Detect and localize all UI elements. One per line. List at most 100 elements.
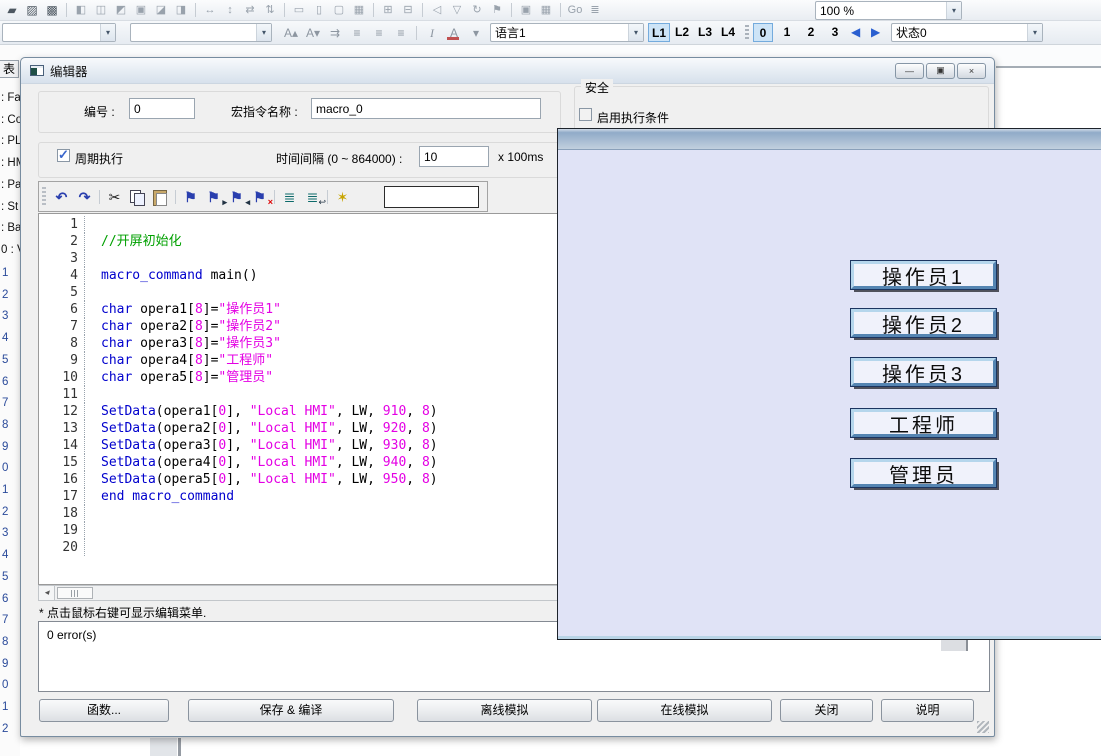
- italic-icon[interactable]: I: [421, 24, 443, 42]
- distribute-vertical-icon[interactable]: ⇅: [260, 2, 280, 18]
- align-horizontal-center-icon[interactable]: ▣: [131, 2, 151, 18]
- hmi-button[interactable]: 操作员3: [851, 358, 996, 386]
- state-button-0[interactable]: 0: [753, 23, 773, 42]
- tree-item[interactable]: 2: [2, 723, 8, 735]
- text-align-left-icon[interactable]: ≡: [346, 24, 368, 42]
- flip-vertical-icon[interactable]: ▽: [447, 2, 467, 18]
- online-sim-button[interactable]: 在线模拟: [597, 699, 772, 722]
- tree-item[interactable]: : PL: [1, 135, 20, 147]
- font-select[interactable]: ▾: [130, 23, 272, 42]
- align-vertical-center-icon[interactable]: ◫: [91, 2, 111, 18]
- font-enlarge-icon[interactable]: A▴: [280, 24, 302, 42]
- ungroup-icon[interactable]: ▦: [536, 2, 556, 18]
- tree-item[interactable]: 3: [2, 527, 8, 539]
- tree-item[interactable]: 9: [2, 441, 8, 453]
- tree-item[interactable]: : Ba: [1, 222, 20, 234]
- toolbar-grip[interactable]: [42, 187, 46, 207]
- tree-item[interactable]: 9: [2, 658, 8, 670]
- align-left-icon[interactable]: ◧: [71, 2, 91, 18]
- state-button-2[interactable]: 2: [801, 23, 821, 42]
- layer-button-l4[interactable]: L4: [717, 23, 739, 42]
- width-plus-icon[interactable]: ⊞: [378, 2, 398, 18]
- state-button-1[interactable]: 1: [777, 23, 797, 42]
- font-color-icon[interactable]: A: [443, 24, 465, 42]
- tree-item[interactable]: : St: [1, 201, 18, 213]
- tree-item[interactable]: 7: [2, 397, 8, 409]
- tree-item[interactable]: 1: [2, 484, 8, 496]
- tree-item[interactable]: : Co: [1, 114, 20, 126]
- state-pattern-hatch-icon[interactable]: ▨: [22, 2, 42, 18]
- state-select[interactable]: 状态0 ▾: [891, 23, 1043, 42]
- redo-icon[interactable]: ↷: [73, 187, 96, 207]
- clear-bookmarks-icon[interactable]: ⚑×: [248, 187, 271, 207]
- same-size-icon[interactable]: ▢: [329, 2, 349, 18]
- resize-grip[interactable]: [977, 721, 989, 733]
- next-bookmark-icon[interactable]: ⚑▸: [202, 187, 225, 207]
- group-icon[interactable]: ▣: [516, 2, 536, 18]
- tree-item[interactable]: 8: [2, 636, 8, 648]
- chevron-down-icon[interactable]: ▾: [1027, 24, 1042, 41]
- center-vertical-icon[interactable]: ↕: [220, 2, 240, 18]
- dialog-titlebar[interactable]: 编辑器 — ▣ ×: [21, 58, 994, 84]
- tree-tab[interactable]: 表: [0, 60, 19, 78]
- periodic-checkbox[interactable]: ✓: [57, 149, 70, 162]
- tree-item[interactable]: 0: [2, 462, 8, 474]
- cut-icon[interactable]: ✂: [103, 187, 126, 207]
- font-shrink-icon[interactable]: A▾: [302, 24, 324, 42]
- tree-item[interactable]: 3: [2, 310, 8, 322]
- maximize-button[interactable]: ▣: [926, 63, 955, 79]
- text-direction-icon[interactable]: ⇉: [324, 24, 346, 42]
- align-bottom-icon[interactable]: ◪: [151, 2, 171, 18]
- go-to-icon[interactable]: Go: [565, 2, 585, 18]
- tree-item[interactable]: 2: [2, 506, 8, 518]
- close-button[interactable]: ×: [957, 63, 986, 79]
- center-horizontal-icon[interactable]: ↔: [200, 2, 220, 18]
- tree-item[interactable]: 4: [2, 549, 8, 561]
- tree-item[interactable]: 8: [2, 419, 8, 431]
- tree-item[interactable]: 1: [2, 267, 8, 279]
- format-lines-icon[interactable]: ≣: [278, 187, 301, 207]
- close-button[interactable]: 关闭: [780, 699, 873, 722]
- find-icon[interactable]: ✶: [331, 187, 354, 207]
- size-to-grid-icon[interactable]: ▦: [349, 2, 369, 18]
- layer-button-l2[interactable]: L2: [671, 23, 693, 42]
- comment-lines-icon[interactable]: ≣↩: [301, 187, 324, 207]
- align-right-icon[interactable]: ◨: [171, 2, 191, 18]
- undo-icon[interactable]: ↶: [50, 187, 73, 207]
- tree-item[interactable]: 6: [2, 593, 8, 605]
- tree-item[interactable]: : Pa: [1, 179, 20, 191]
- tree-item[interactable]: 0 : V: [1, 244, 20, 256]
- state-button-3[interactable]: 3: [825, 23, 845, 42]
- toggle-bookmark-icon[interactable]: ⚑: [179, 187, 202, 207]
- zoom-select[interactable]: 100 % ▾: [815, 1, 962, 20]
- state-pattern-solid-icon[interactable]: ▰: [2, 2, 22, 18]
- width-minus-icon[interactable]: ⊟: [398, 2, 418, 18]
- layer-icon[interactable]: ≣: [585, 2, 605, 18]
- hmi-button[interactable]: 工程师: [851, 409, 996, 437]
- search-input[interactable]: [384, 186, 479, 208]
- language-select[interactable]: 语言1 ▾: [490, 23, 644, 42]
- tree-item[interactable]: 5: [2, 354, 8, 366]
- tree-item[interactable]: 4: [2, 332, 8, 344]
- chevron-down-icon[interactable]: ▾: [256, 24, 271, 41]
- pin-icon[interactable]: ⚑: [487, 2, 507, 18]
- layer-button-l1[interactable]: L1: [648, 23, 670, 42]
- text-align-right-icon[interactable]: ≡: [390, 24, 412, 42]
- scrollbar-thumb[interactable]: [57, 587, 93, 599]
- help-button[interactable]: 说明: [881, 699, 974, 722]
- state-next-button[interactable]: ▶: [871, 25, 880, 39]
- shape-library-select[interactable]: ▾: [2, 23, 116, 42]
- layer-button-l3[interactable]: L3: [694, 23, 716, 42]
- chevron-down-icon[interactable]: ▾: [946, 2, 961, 19]
- distribute-horizontal-icon[interactable]: ⇄: [240, 2, 260, 18]
- tree-item[interactable]: 1: [2, 701, 8, 713]
- offline-sim-button[interactable]: 离线模拟: [417, 699, 592, 722]
- macro-name-input[interactable]: [311, 98, 541, 119]
- font-color-dropdown-icon[interactable]: ▾: [465, 24, 487, 42]
- tree-item[interactable]: 6: [2, 376, 8, 388]
- tree-item[interactable]: 5: [2, 571, 8, 583]
- chevron-down-icon[interactable]: ▾: [100, 24, 115, 41]
- toolbar-grip[interactable]: [745, 25, 749, 41]
- flip-horizontal-icon[interactable]: ◁: [427, 2, 447, 18]
- tree-item[interactable]: 7: [2, 614, 8, 626]
